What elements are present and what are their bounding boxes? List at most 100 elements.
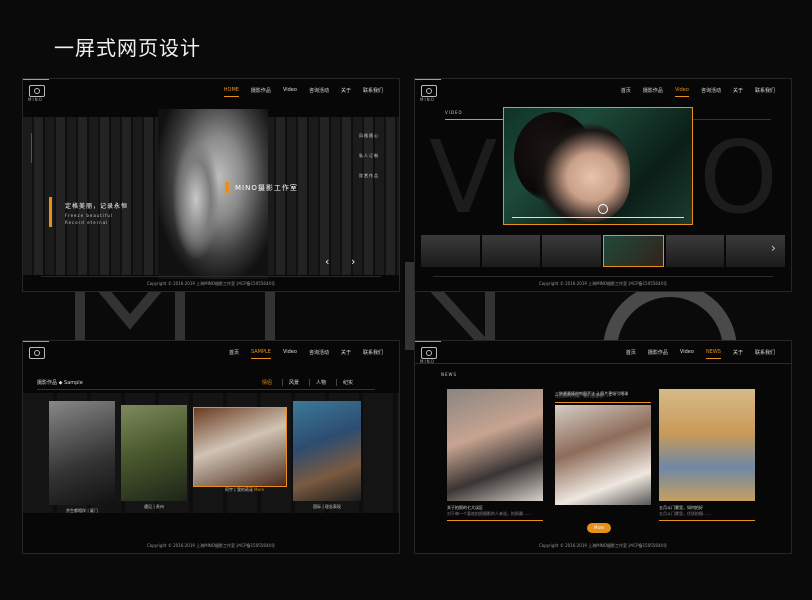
footer-copyright: Copyright © 2016-2019 上海MINO摄影工作室 沪ICP备1…: [539, 281, 667, 286]
page-title: 一屏式网页设计: [54, 36, 201, 60]
pause-icon[interactable]: [598, 204, 608, 214]
nav-item-events[interactable]: 咨询活动: [701, 87, 721, 94]
video-thumbnail[interactable]: [665, 235, 725, 267]
category-filter: 情侣 风景 人物 纪实: [246, 379, 353, 386]
nav-divider: [415, 363, 791, 364]
side-menu-item-custom[interactable]: 私人订制: [359, 153, 379, 159]
nav-item-home[interactable]: 首页: [229, 349, 239, 356]
section-divider: [37, 389, 375, 390]
slogan-en-line-1: Freeze beautiful: [65, 213, 114, 218]
nav-item-contact[interactable]: 联系我们: [363, 87, 383, 94]
gallery-caption-text: 阿宇 | 我的萌宠: [225, 487, 253, 492]
nav-item-news[interactable]: NEWS: [705, 349, 722, 359]
category-landscape[interactable]: 风景: [281, 379, 299, 386]
nav-item-works[interactable]: 摄影作品: [643, 87, 663, 94]
accent-bar: [49, 197, 52, 227]
nav-item-home[interactable]: 首页: [621, 87, 631, 94]
next-slide-chevron-right-icon[interactable]: ›: [351, 255, 355, 268]
category-couple[interactable]: 情侣: [256, 379, 272, 386]
nav-item-works[interactable]: 摄影作品: [648, 349, 668, 356]
nav-item-about[interactable]: 关于: [733, 87, 743, 94]
hero-hand-image: [173, 139, 219, 259]
camera-logo-icon[interactable]: [29, 347, 45, 359]
sample-panel: 首页 SAMPLE Video 咨询活动 关于 联系我们 摄影作品 ◆ Samp…: [22, 340, 400, 554]
section-label: NEWS: [441, 372, 458, 377]
footer-copyright: Copyright © 2016-2019 上海MINO摄影工作室 沪ICP备1…: [539, 543, 667, 548]
camera-logo-icon[interactable]: [421, 347, 437, 359]
nav-item-works[interactable]: 摄影作品: [251, 87, 271, 94]
more-button[interactable]: More: [587, 523, 611, 533]
news-card-underline: [555, 402, 651, 403]
video-thumbnail[interactable]: [542, 235, 602, 267]
video-panel: VIDEO MINO 首页 摄影作品 Video 咨询活动 关于 联系我们 VI…: [414, 78, 792, 292]
nav-item-about[interactable]: 关于: [341, 87, 351, 94]
hero-slogan: 定格美丽，记录永恒: [65, 203, 129, 210]
category-documentary[interactable]: 纪实: [335, 379, 353, 386]
gallery-caption: 阿宇 | 我的萌宠 More: [225, 487, 264, 493]
studio-name: MINO摄影工作室: [235, 184, 298, 192]
gallery-caption: 国际 | 理念表现: [313, 504, 341, 509]
camera-logo-icon[interactable]: [421, 85, 437, 97]
gallery-item[interactable]: 国际 | 理念表现: [293, 401, 361, 509]
news-panel: MINO 首页 摄影作品 Video NEWS 关于 联系我们 NEWS 关于拍…: [414, 340, 792, 554]
video-thumbnail-selected[interactable]: [603, 235, 664, 267]
gallery-caption: 余生都相伴 | 厦门: [66, 508, 98, 513]
section-label: VIDEO: [445, 110, 463, 115]
nav-item-video[interactable]: Video: [680, 349, 694, 356]
hero-slogan-en: Freeze beautiful Record eternal: [65, 212, 113, 226]
nav-item-about[interactable]: 关于: [733, 349, 743, 356]
side-menu-item-gallery[interactable]: 欣赏作品: [359, 173, 379, 179]
nav-item-events[interactable]: 咨询活动: [309, 87, 329, 94]
accent-corner: [415, 79, 441, 80]
news-card-desc: 在拍照的时候，我们总是想……: [555, 393, 611, 398]
news-card[interactable]: 三种最最棒的构图手法 让照片更吸引眼球 在拍照的时候，我们总是想……: [555, 391, 651, 505]
nav-item-video[interactable]: Video: [674, 87, 689, 97]
video-thumbnail[interactable]: [726, 235, 786, 267]
logo-text: MINO: [420, 97, 435, 102]
nav-item-video[interactable]: Video: [283, 349, 297, 356]
video-thumbnail[interactable]: [481, 235, 541, 267]
side-menu-item-style[interactable]: 风格随心: [359, 133, 379, 139]
category-portrait[interactable]: 人物: [308, 379, 326, 386]
nav-item-contact[interactable]: 联系我们: [755, 349, 775, 356]
nav-item-about[interactable]: 关于: [341, 349, 351, 356]
footer-divider: [41, 276, 381, 277]
gallery-caption: 遇见 | 贵州: [144, 504, 164, 509]
video-frame-face: [534, 122, 630, 222]
news-card-desc: 五月斗门雾里，优质拍摄……: [659, 511, 711, 516]
gallery-item-selected[interactable]: [193, 407, 287, 487]
nav-item-home[interactable]: 首页: [626, 349, 636, 356]
news-card-underline: [659, 520, 755, 521]
news-card[interactable]: 关于拍照的七大误区 对于每一个喜欢拍照摄影的人来说，拍照最……: [447, 389, 543, 521]
main-nav: 首页 SAMPLE Video 咨询活动 关于 联系我们: [217, 349, 383, 359]
accent-corner: [23, 341, 49, 342]
nav-item-contact[interactable]: 联系我们: [755, 87, 775, 94]
breadcrumb: 摄影作品 ◆ Sample: [37, 380, 83, 386]
accent-corner: [415, 341, 441, 342]
news-card-image: [659, 389, 755, 501]
footer-copyright: Copyright © 2016-2019 上海MINO摄影工作室 沪ICP备1…: [147, 543, 275, 548]
nav-item-video[interactable]: Video: [283, 87, 297, 94]
thumbs-next-chevron-right-icon[interactable]: ›: [771, 241, 776, 255]
side-menu: 风格随心 私人订制 欣赏作品: [359, 133, 379, 193]
news-card[interactable]: 五月斗门雾里，如何拍好 五月斗门雾里，优质拍摄……: [659, 389, 755, 521]
logo-text: MINO: [28, 97, 43, 102]
video-thumbnail[interactable]: [421, 235, 480, 267]
footer-copyright: Copyright © 2016-2019 上海MINO摄影工作室 沪ICP备1…: [147, 281, 275, 286]
video-progress-bar[interactable]: [512, 217, 684, 218]
video-thumbnails: [421, 235, 786, 267]
nav-item-contact[interactable]: 联系我们: [363, 349, 383, 356]
footer-divider: [433, 276, 773, 277]
nav-item-events[interactable]: 咨询活动: [309, 349, 329, 356]
main-nav: 首页 摄影作品 Video 咨询活动 关于 联系我们: [609, 87, 775, 97]
video-player[interactable]: [503, 107, 693, 225]
news-card-underline: [447, 520, 543, 521]
gallery-item[interactable]: 遇见 | 贵州: [121, 405, 187, 509]
main-nav: 首页 摄影作品 Video NEWS 关于 联系我们: [614, 349, 775, 359]
nav-item-sample[interactable]: SAMPLE: [250, 349, 271, 359]
nav-item-home[interactable]: HOME: [223, 87, 240, 97]
prev-slide-chevron-left-icon[interactable]: ‹: [325, 255, 329, 268]
gallery-more-link[interactable]: More: [254, 487, 264, 492]
gallery-item[interactable]: 余生都相伴 | 厦门: [49, 401, 115, 513]
camera-logo-icon[interactable]: [29, 85, 45, 97]
